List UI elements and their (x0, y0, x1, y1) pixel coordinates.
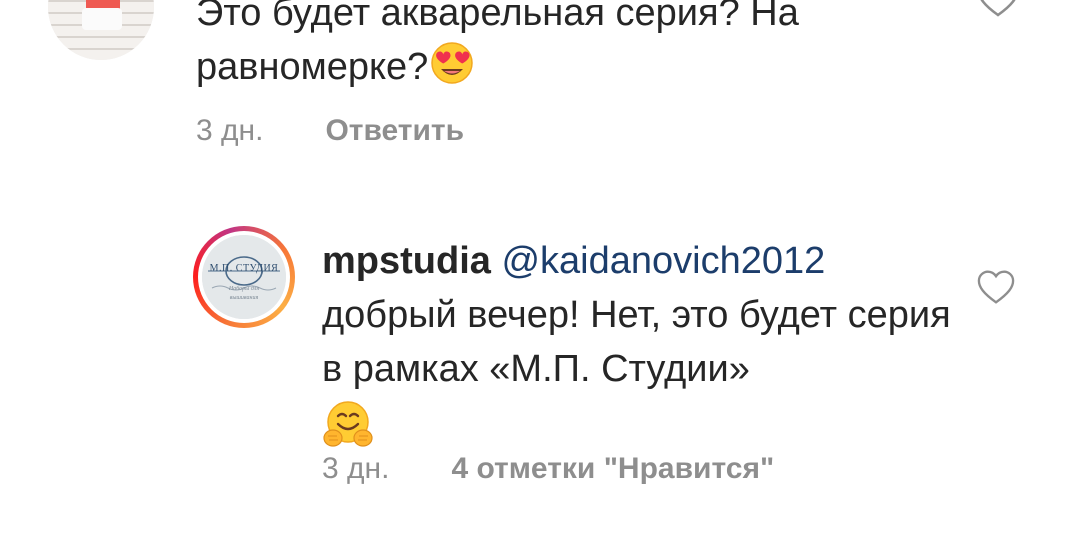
commenter-avatar[interactable] (48, 0, 154, 60)
comment-body: Это будет акварельная серия? На равномер… (196, 0, 799, 88)
studio-logo: М.П. СТУДИЯ Наборы для вышивания (202, 235, 286, 319)
comments-panel: Это будет акварельная серия? На равномер… (0, 0, 1080, 535)
reply-body: добрый вечер! Нет, это будет серия в рам… (322, 294, 951, 390)
mention-link[interactable]: @kaidanovich2012 (501, 240, 825, 282)
reply-meta: 3 дн. 4 отметки "Нравится" (322, 452, 774, 486)
comment-time: 3 дн. (196, 114, 264, 147)
comment-meta: 3 дн. Ответить (196, 114, 464, 148)
hugging-face-emoji-icon (323, 401, 373, 447)
reply-button[interactable]: Ответить (325, 114, 464, 147)
like-heart-icon[interactable] (976, 0, 1020, 18)
heart-eyes-emoji-icon (431, 42, 474, 84)
mpstudia-avatar[interactable]: М.П. СТУДИЯ Наборы для вышивания (193, 226, 295, 328)
studio-logo-icon (202, 235, 286, 319)
likes-count-button[interactable]: 4 отметки "Нравится" (451, 452, 774, 485)
logo-subtitle: Наборы для вышивания (228, 286, 260, 301)
logo-title: М.П. СТУДИЯ (209, 263, 279, 274)
reply-comment-text: mpstudia @kaidanovich2012 добрый вечер! … (322, 234, 962, 450)
like-heart-icon[interactable] (976, 269, 1016, 305)
username-link[interactable]: mpstudia (322, 240, 491, 282)
reply-time: 3 дн. (322, 452, 390, 485)
comment-text: Это будет акварельная серия? На равномер… (196, 0, 916, 94)
